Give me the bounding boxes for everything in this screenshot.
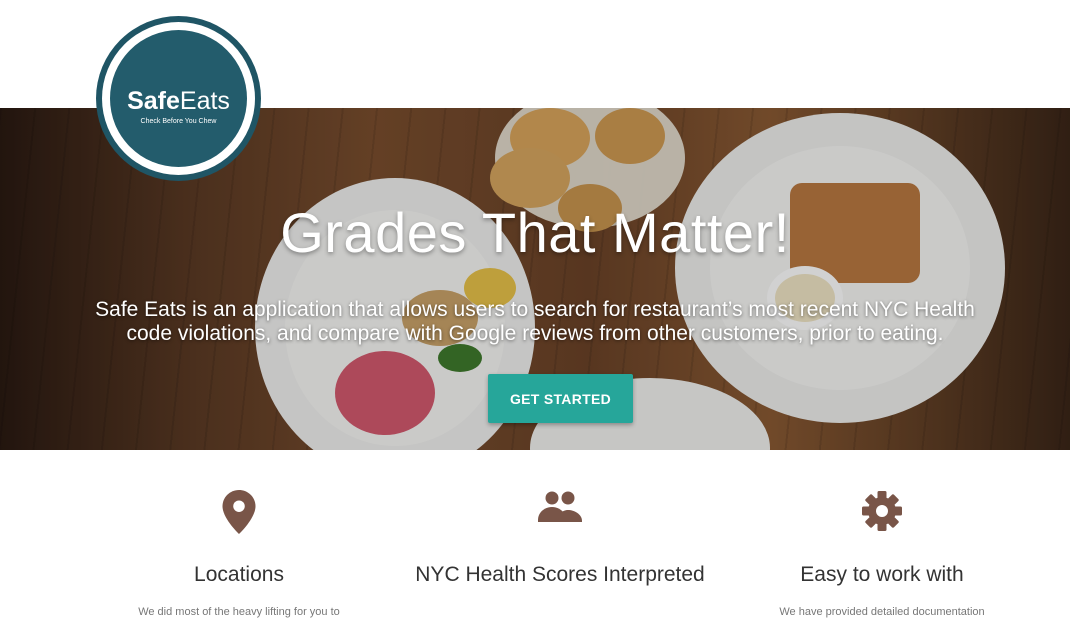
logo-tagline: Check Before You Chew xyxy=(140,118,217,125)
people-icon xyxy=(538,491,582,522)
feature-text: We have provided detailed documentation xyxy=(779,606,985,618)
hero-description: Safe Eats is an application that allows … xyxy=(95,298,975,345)
hero-title: Grades That Matter! xyxy=(280,201,790,264)
safe-eats-logo[interactable]: SafeEats Check Before You Chew xyxy=(96,16,261,181)
gear-icon xyxy=(862,491,902,531)
location-pin-icon xyxy=(222,490,256,534)
feature-text: We did most of the heavy lifting for you… xyxy=(138,606,340,618)
feature-title: Easy to work with xyxy=(800,563,964,586)
features-section: Locations We did most of the heavy lifti… xyxy=(0,450,1070,618)
get-started-button[interactable]: GET STARTED xyxy=(488,374,633,423)
logo-badge: SafeEats Check Before You Chew xyxy=(110,30,247,167)
feature-title: NYC Health Scores Interpreted xyxy=(415,563,705,586)
feature-title: Locations xyxy=(194,563,284,586)
logo-wordmark: SafeEats xyxy=(110,88,247,114)
logo-name-bold: Safe xyxy=(127,87,180,115)
logo-name-light: Eats xyxy=(179,87,230,115)
